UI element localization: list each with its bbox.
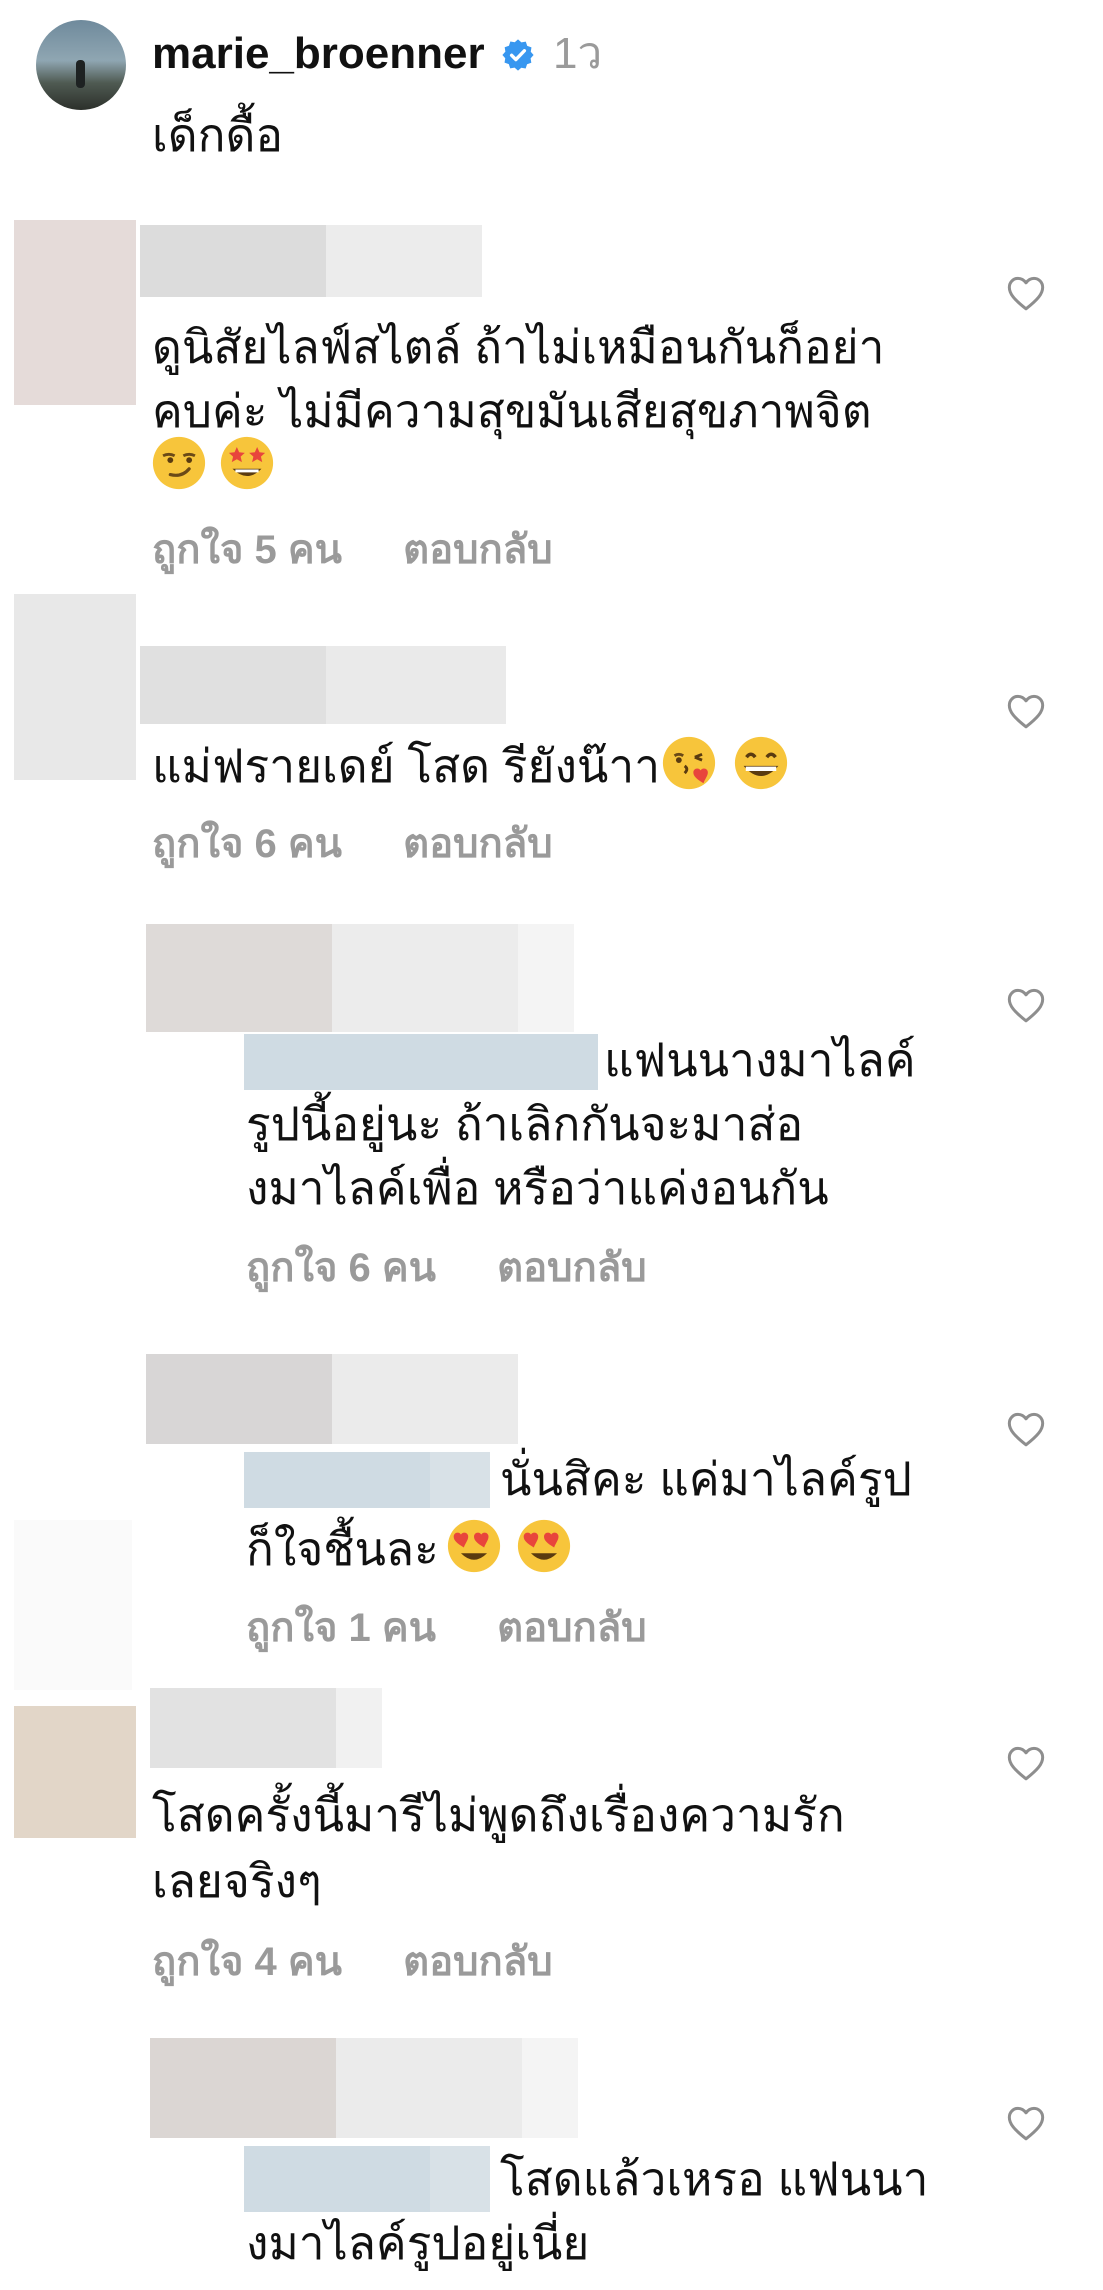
avatar[interactable] [14, 220, 136, 405]
mention-redacted [244, 1452, 430, 1508]
username-redacted [146, 1354, 332, 1444]
heart-eyes-face-icon [447, 1519, 500, 1573]
likes-count[interactable]: ถูกใจ 1 คน [246, 1604, 436, 1652]
heart-eyes-face-icon [517, 1519, 570, 1573]
reply-button[interactable]: ตอบกลับ [497, 1244, 647, 1292]
comment-text-line: เลยจริงๆ [152, 1855, 322, 1907]
username-redacted [140, 225, 326, 297]
likes-count[interactable]: ถูกใจ 6 คน [152, 820, 342, 868]
comment-text-line: ดูนิสัยไลฟ์สไตล์ ถ้าไม่เหมือนกันก็อย่า [152, 321, 885, 373]
grinning-face-icon [734, 736, 788, 790]
comment-text-line: นั่นสิคะ แค่มาไลค์รูป [500, 1453, 912, 1505]
comment-text-line: ก็ใจชื้นละ [246, 1523, 439, 1575]
reply-button[interactable]: ตอบกลับ [403, 1938, 553, 1986]
comment-text-line: งมาไลค์รูปอยู่เนี่ย [246, 2217, 590, 2269]
verified-badge-icon [502, 39, 534, 71]
comment-text-line: รูปนี้อยู่นะ ถ้าเลิกกันจะมาส่อ [246, 1098, 804, 1150]
likes-count[interactable]: ถูกใจ 5 คน [152, 526, 342, 574]
username-redacted [150, 2038, 336, 2138]
username-redacted [140, 646, 326, 724]
like-heart-icon[interactable] [1006, 692, 1046, 730]
likes-count[interactable]: ถูกใจ 4 คน [152, 1938, 342, 1986]
kissing-heart-face-icon [662, 736, 716, 790]
mention-redacted [244, 2146, 430, 2212]
reply-button[interactable]: ตอบกลับ [403, 526, 553, 574]
star-struck-face-icon [221, 436, 274, 490]
likes-count[interactable]: ถูกใจ 6 คน [246, 1244, 436, 1292]
comment-text-line: โสดครั้งนี้มารีไม่พูดถึงเรื่องความรัก [152, 1789, 845, 1841]
reply-button[interactable]: ตอบกลับ [403, 820, 553, 868]
comment-text-line: โสดแล้วเหรอ แฟนนา [500, 2153, 929, 2205]
mention-redacted [244, 1034, 598, 1090]
like-heart-icon[interactable] [1006, 1744, 1046, 1782]
reply-button[interactable]: ตอบกลับ [497, 1604, 647, 1652]
like-heart-icon[interactable] [1006, 986, 1046, 1024]
comment-text-line: แฟนนางมาไลค์ [604, 1034, 916, 1086]
like-heart-icon[interactable] [1006, 2104, 1046, 2142]
username-redacted [146, 924, 332, 1032]
username-redacted [150, 1688, 336, 1768]
comment-text-line: งมาไลค์เพื่อ หรือว่าแค่งอนกัน [246, 1162, 829, 1214]
avatar[interactable] [14, 1706, 136, 1838]
like-heart-icon[interactable] [1006, 1410, 1046, 1448]
avatar[interactable] [14, 594, 136, 780]
post-time: 1ว [553, 29, 603, 78]
post-avatar[interactable] [36, 20, 126, 110]
comment-text: แม่ฟรายเดย์ โสด รียังน๊าา [152, 740, 661, 792]
smirk-face-icon [152, 436, 206, 490]
like-heart-icon[interactable] [1006, 274, 1046, 312]
post-username[interactable]: marie_broenner [152, 29, 485, 78]
post-caption: เด็กดื้อ [152, 109, 283, 161]
